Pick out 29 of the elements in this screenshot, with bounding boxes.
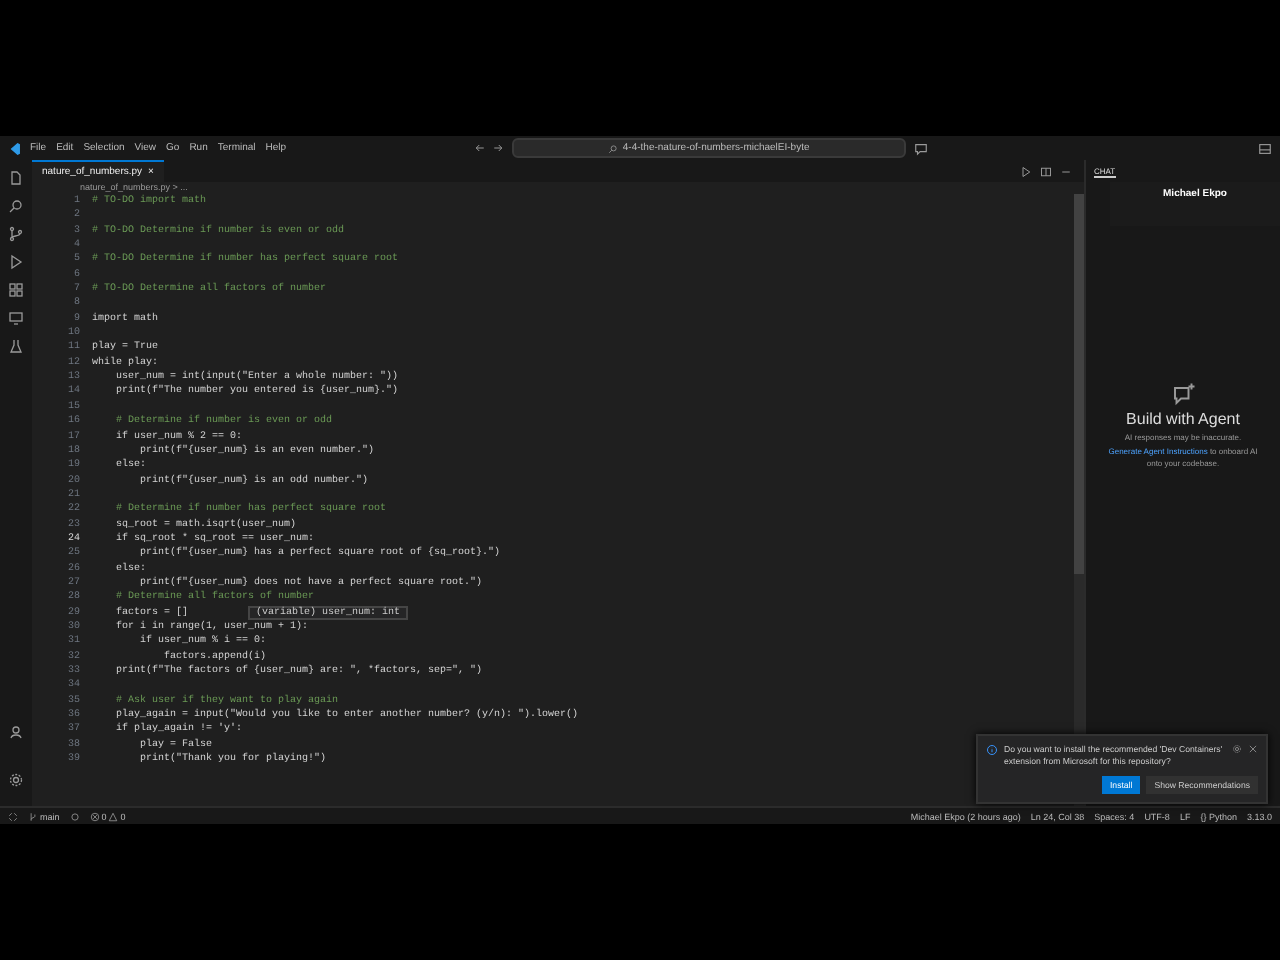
app-logo-icon [8,141,22,155]
branch-icon [28,811,38,821]
chat-sparkle-icon [1171,382,1195,406]
search-icon [608,143,619,153]
run-debug-icon[interactable] [8,254,24,270]
search-icon[interactable] [8,198,24,214]
remote-explorer-icon[interactable] [8,310,24,326]
chat-heading: Build with Agent [1126,410,1240,428]
back-arrow-icon[interactable] [474,142,487,154]
extensions-icon[interactable] [8,282,24,298]
files-icon[interactable] [8,170,24,186]
settings-icon[interactable] [1232,744,1242,754]
source-control-icon[interactable] [8,226,24,242]
run-icon[interactable] [1020,165,1032,177]
settings-icon[interactable] [8,772,24,788]
more-icon[interactable] [1060,165,1072,177]
panel-layout-icon[interactable] [1258,141,1272,155]
close-icon[interactable] [1248,744,1258,754]
chat-bubble-icon[interactable] [914,141,929,155]
warning-icon [108,811,119,821]
sync-icon[interactable] [69,811,80,821]
error-icon [89,811,100,821]
info-icon [986,744,998,756]
scrollbar-thumb[interactable] [1074,194,1084,574]
forward-arrow-icon[interactable] [492,142,505,154]
flask-icon[interactable] [8,338,24,354]
remote-icon[interactable] [8,811,18,821]
account-icon[interactable] [8,724,24,740]
split-editor-icon[interactable] [1040,165,1052,177]
